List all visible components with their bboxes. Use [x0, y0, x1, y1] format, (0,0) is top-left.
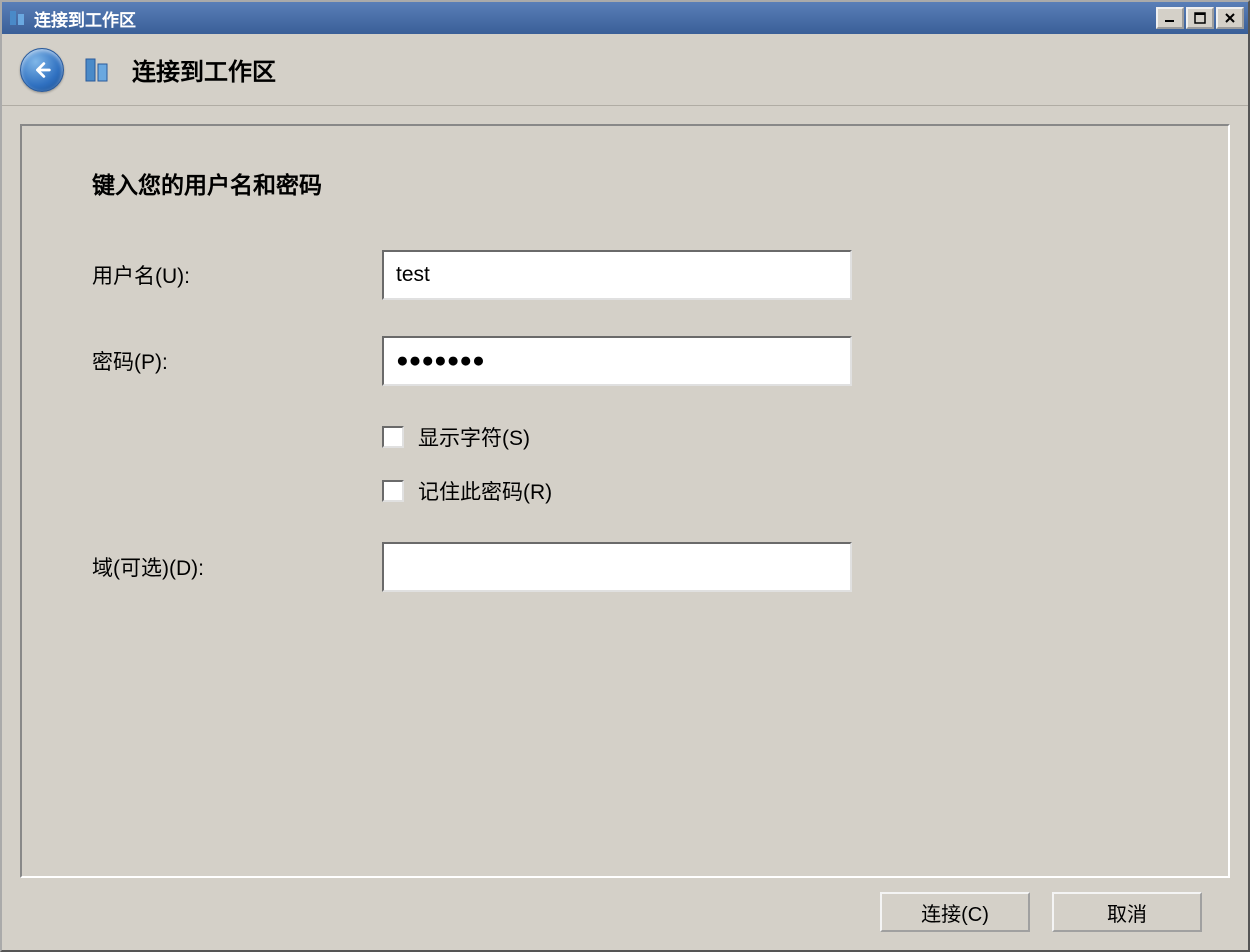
header-bar: 连接到工作区 — [2, 34, 1248, 106]
show-chars-checkbox[interactable] — [382, 426, 404, 448]
domain-label: 域(可选)(D): — [92, 552, 382, 582]
workspace-icon — [82, 54, 114, 86]
close-button[interactable] — [1216, 7, 1244, 29]
show-chars-row: 显示字符(S) — [382, 422, 1158, 452]
domain-input[interactable] — [382, 542, 852, 592]
username-row: 用户名(U): — [92, 250, 1158, 300]
cancel-button[interactable]: 取消 — [1052, 892, 1202, 932]
dialog-window: 连接到工作区 连接到工作区 键入您的用户名和密码 用户名(U): — [0, 0, 1250, 952]
connect-button[interactable]: 连接(C) — [880, 892, 1030, 932]
remember-row: 记住此密码(R) — [382, 476, 1158, 506]
show-chars-label: 显示字符(S) — [418, 422, 530, 452]
form-panel: 键入您的用户名和密码 用户名(U): 密码(P): 显示字符(S) 记住此密码(… — [20, 124, 1230, 878]
minimize-button[interactable] — [1156, 7, 1184, 29]
header-title: 连接到工作区 — [132, 52, 276, 87]
password-label: 密码(P): — [92, 346, 382, 376]
remember-label: 记住此密码(R) — [418, 476, 552, 506]
app-icon — [8, 8, 28, 28]
password-input[interactable] — [382, 336, 852, 386]
window-controls — [1156, 7, 1244, 29]
back-button[interactable] — [20, 48, 64, 92]
remember-checkbox[interactable] — [382, 480, 404, 502]
maximize-button[interactable] — [1186, 7, 1214, 29]
password-row: 密码(P): — [92, 336, 1158, 386]
titlebar: 连接到工作区 — [2, 2, 1248, 34]
window-title: 连接到工作区 — [34, 6, 1156, 31]
username-label: 用户名(U): — [92, 260, 382, 290]
button-row: 连接(C) 取消 — [20, 878, 1230, 932]
instruction-text: 键入您的用户名和密码 — [92, 166, 1158, 200]
content-area: 键入您的用户名和密码 用户名(U): 密码(P): 显示字符(S) 记住此密码(… — [2, 106, 1248, 950]
username-input[interactable] — [382, 250, 852, 300]
domain-row: 域(可选)(D): — [92, 542, 1158, 592]
